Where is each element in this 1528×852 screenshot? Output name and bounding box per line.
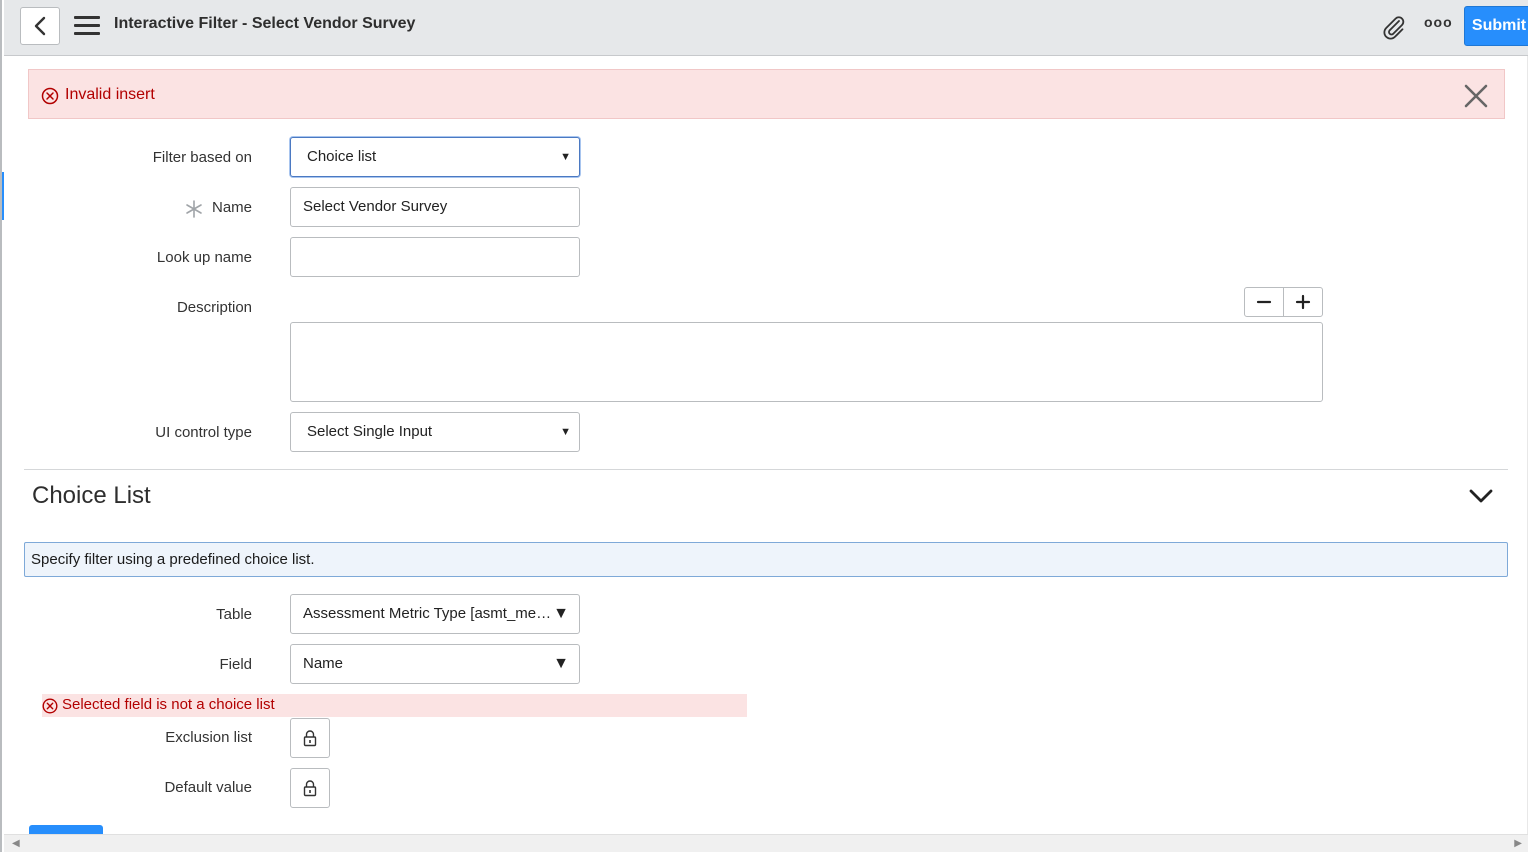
ui-control-type-select[interactable]: Select Single Input ▼ bbox=[290, 412, 580, 452]
more-options-icon[interactable]: ooo bbox=[1424, 14, 1453, 30]
info-message: Specify filter using a predefined choice… bbox=[24, 542, 1508, 577]
ui-control-type-label: UI control type bbox=[155, 424, 252, 441]
page-title: Interactive Filter - Select Vendor Surve… bbox=[114, 15, 416, 32]
caret-down-icon: ▼ bbox=[553, 655, 569, 672]
field-error-text: Selected field is not a choice list bbox=[62, 696, 275, 713]
caret-down-icon: ▼ bbox=[560, 151, 571, 163]
submit-button[interactable]: Submit bbox=[1464, 6, 1528, 46]
lock-icon bbox=[303, 730, 317, 747]
chevron-down-icon[interactable] bbox=[1468, 486, 1494, 506]
field-select[interactable]: Name ▼ bbox=[290, 644, 580, 684]
expand-textarea-button[interactable] bbox=[1283, 288, 1322, 316]
filter-based-on-label: Filter based on bbox=[152, 149, 252, 166]
form-header: Interactive Filter - Select Vendor Surve… bbox=[4, 0, 1528, 56]
description-textarea[interactable] bbox=[290, 322, 1323, 402]
error-circle-icon bbox=[41, 87, 59, 105]
default-value-label: Default value bbox=[164, 779, 252, 796]
chevron-left-icon bbox=[34, 16, 46, 36]
table-label: Table bbox=[216, 606, 252, 623]
table-select[interactable]: Assessment Metric Type [asmt_me… ▼ bbox=[290, 594, 580, 634]
filter-based-on-select[interactable]: Choice list ▼ bbox=[290, 137, 580, 177]
section-divider bbox=[24, 469, 1508, 470]
exclusion-list-label: Exclusion list bbox=[165, 729, 252, 746]
name-input[interactable]: Select Vendor Survey bbox=[290, 187, 580, 227]
lookup-name-input[interactable] bbox=[290, 237, 580, 277]
exclusion-list-unlock-button[interactable] bbox=[290, 718, 330, 758]
shrink-textarea-button[interactable] bbox=[1245, 288, 1283, 316]
filter-based-on-value: Choice list bbox=[307, 148, 377, 165]
description-label: Description bbox=[176, 299, 252, 316]
field-error-message: Selected field is not a choice list bbox=[42, 694, 747, 717]
error-alert: Invalid insert bbox=[28, 69, 1505, 119]
lookup-name-label: Look up name bbox=[156, 249, 252, 266]
caret-down-icon: ▼ bbox=[553, 605, 569, 622]
hamburger-menu-icon[interactable] bbox=[74, 16, 100, 36]
close-icon[interactable] bbox=[1463, 83, 1489, 109]
minus-icon bbox=[1256, 300, 1272, 304]
caret-down-icon: ▼ bbox=[560, 426, 571, 438]
description-resize-controls bbox=[1244, 287, 1323, 317]
lock-icon bbox=[303, 780, 317, 797]
error-circle-icon bbox=[42, 698, 58, 714]
scroll-right-icon[interactable]: ▶ bbox=[1514, 838, 1522, 849]
scroll-left-icon[interactable]: ◀ bbox=[12, 838, 20, 849]
paperclip-icon[interactable] bbox=[1380, 14, 1406, 40]
alert-message: Invalid insert bbox=[65, 86, 155, 103]
table-value: Assessment Metric Type [asmt_me… bbox=[303, 605, 552, 622]
ui-control-type-value: Select Single Input bbox=[307, 423, 433, 440]
horizontal-scrollbar[interactable]: ◀ ▶ bbox=[4, 834, 1528, 852]
name-label: Name bbox=[211, 199, 252, 216]
field-value: Name bbox=[303, 655, 344, 672]
field-label: Field bbox=[219, 656, 252, 673]
plus-icon bbox=[1295, 294, 1311, 310]
section-title: Choice List bbox=[32, 482, 151, 509]
form-window: Interactive Filter - Select Vendor Surve… bbox=[0, 0, 1528, 852]
default-value-unlock-button[interactable] bbox=[290, 768, 330, 808]
back-button[interactable] bbox=[20, 7, 60, 45]
